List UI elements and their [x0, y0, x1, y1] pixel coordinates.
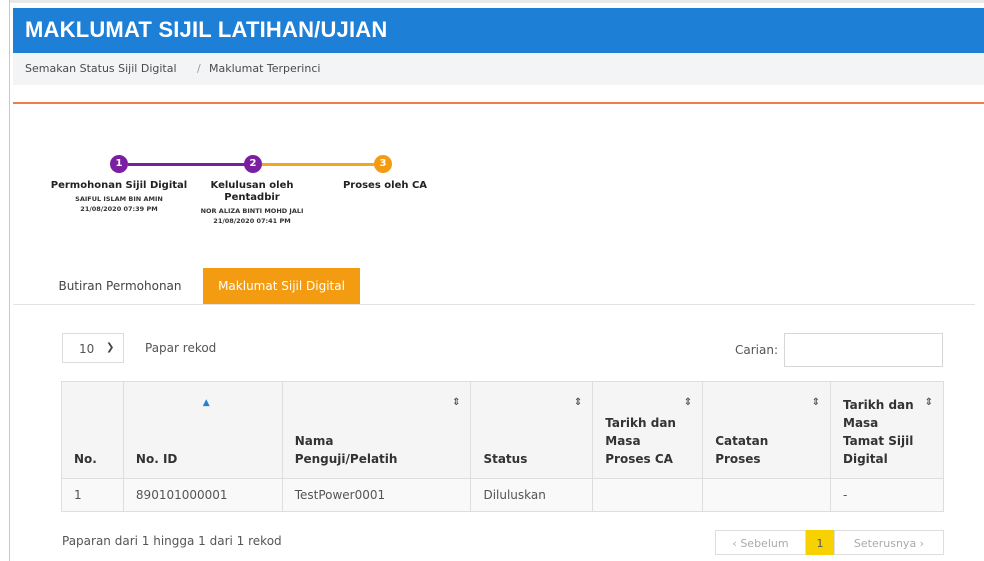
- table-row: 1 890101000001 TestPower0001 Diluluskan …: [61, 478, 944, 512]
- sort-ascending-icon: ▲: [202, 398, 210, 408]
- breadcrumb-current: Maklumat Terperinci: [209, 62, 321, 75]
- next-page-button[interactable]: Seterusnya ›: [834, 530, 944, 555]
- column-header-catatan[interactable]: Catatan Proses ⇕: [702, 381, 831, 479]
- step-1-person: SAIFUL ISLAM BIN AMIN: [75, 195, 163, 203]
- step-1-datetime: 21/08/2020 07:39 PM: [80, 205, 158, 213]
- page-length-label: Papar rekod: [145, 341, 217, 355]
- section-divider: [13, 102, 984, 104]
- column-header-label: Catatan Proses: [715, 434, 769, 466]
- step-1-title: Permohonan Sijil Digital: [50, 180, 188, 191]
- left-frame: [0, 0, 10, 561]
- column-header-tarikh-proses[interactable]: Tarikh dan Masa Proses CA ⇕: [592, 381, 704, 479]
- step-2-label: Kelulusan oleh Pentadbir: [190, 180, 314, 204]
- cell-no: 1: [61, 478, 124, 512]
- cell-no-id: 890101000001: [122, 478, 283, 512]
- step-2-person: NOR ALIZA BINTI MOHD JALI: [200, 207, 304, 215]
- step-3-badge: 3: [374, 155, 392, 173]
- step-connector-1: [128, 163, 246, 166]
- step-1-label: Permohonan Sijil Digital: [50, 180, 188, 192]
- column-header-label: No.: [74, 452, 97, 466]
- column-header-label: Nama Penguji/Pelatih: [294, 434, 398, 466]
- search-input[interactable]: [784, 333, 943, 367]
- sort-icon: ⇕: [452, 397, 461, 408]
- cell-tarikh-tamat: -: [830, 478, 944, 512]
- step-1-meta: SAIFUL ISLAM BIN AMIN 21/08/2020 07:39 P…: [50, 194, 188, 214]
- column-header-tarikh-tamat[interactable]: Tarikh dan Masa Tamat Sijil Digital ⇕: [830, 381, 944, 479]
- page-length-select[interactable]: 10 ❯: [62, 333, 124, 363]
- breadcrumb: Semakan Status Sijil Digital / Maklumat …: [13, 53, 984, 85]
- step-2-title-line2: Pentadbir: [224, 192, 280, 203]
- sort-icon: ⇕: [683, 397, 693, 408]
- cell-nama: TestPower0001: [281, 478, 472, 512]
- breadcrumb-separator: /: [197, 62, 201, 75]
- cell-tarikh-proses: [592, 478, 704, 512]
- column-header-label: Tarikh dan Masa Tamat Sijil Digital: [843, 398, 914, 466]
- column-header-label: Tarikh dan Masa Proses CA: [605, 416, 676, 466]
- page-1-button[interactable]: 1: [806, 530, 834, 555]
- step-2-meta: NOR ALIZA BINTI MOHD JALI 21/08/2020 07:…: [184, 206, 320, 226]
- search-label: Carian:: [735, 343, 779, 357]
- step-2-datetime: 21/08/2020 07:41 PM: [213, 217, 291, 225]
- sort-icon: ⇕: [924, 397, 933, 408]
- window-top-edge: [0, 0, 984, 3]
- tab-maklumat-sijil-digital[interactable]: Maklumat Sijil Digital: [203, 268, 360, 304]
- previous-page-button[interactable]: ‹ Sebelum: [715, 530, 806, 555]
- sort-icon: ⇕: [811, 397, 820, 408]
- records-table: No. No. ID ▲ Nama Penguji/Pelatih ⇕ Status…: [61, 381, 944, 512]
- page-header: MAKLUMAT SIJIL LATIHAN/UJIAN: [13, 8, 984, 53]
- column-header-no-id[interactable]: No. ID ▲: [122, 381, 283, 479]
- tab-butiran-permohonan[interactable]: Butiran Permohonan: [47, 268, 193, 304]
- column-header-label: Status: [483, 452, 528, 466]
- step-1-badge: 1: [110, 155, 128, 173]
- sort-icon: ⇕: [573, 397, 583, 408]
- cell-catatan: [702, 478, 831, 512]
- step-2-badge: 2: [244, 155, 262, 173]
- column-header-label: No. ID: [135, 452, 178, 466]
- table-info: Paparan dari 1 hingga 1 dari 1 rekod: [62, 534, 282, 548]
- page-length-value: 10: [79, 342, 95, 356]
- step-3-title: Proses oleh CA: [342, 180, 428, 191]
- column-header-no[interactable]: No.: [61, 381, 124, 479]
- page-title: MAKLUMAT SIJIL LATIHAN/UJIAN: [25, 17, 388, 42]
- step-2-title-line1: Kelulusan oleh: [210, 180, 294, 191]
- step-3-label: Proses oleh CA: [330, 180, 440, 192]
- chevron-down-icon: ❯: [106, 342, 115, 353]
- tab-bar: Butiran Permohonan Maklumat Sijil Digita…: [13, 268, 975, 305]
- breadcrumb-link-semakan[interactable]: Semakan Status Sijil Digital: [25, 62, 177, 75]
- cell-status: Diluluskan: [470, 478, 594, 512]
- column-header-status[interactable]: Status ⇕: [470, 381, 594, 479]
- step-connector-2: [262, 163, 376, 166]
- table-header-row: No. No. ID ▲ Nama Penguji/Pelatih ⇕ Status…: [61, 381, 944, 479]
- column-header-nama[interactable]: Nama Penguji/Pelatih ⇕: [281, 381, 472, 479]
